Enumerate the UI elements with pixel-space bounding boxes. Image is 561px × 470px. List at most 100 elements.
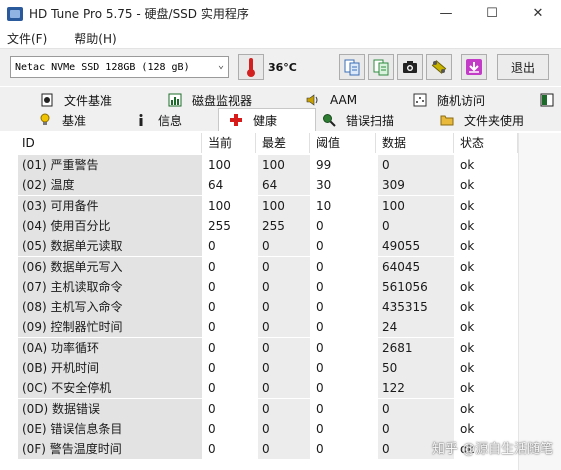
cell-current: 255 — [208, 218, 231, 233]
magnifier-icon — [322, 113, 336, 127]
cell-id: (07) 主机读取命令 — [18, 276, 202, 297]
cell-status: ok — [460, 381, 475, 396]
cell-current: 0 — [208, 340, 216, 355]
tab-health[interactable]: 健康 — [218, 108, 316, 131]
cell-worst: 0 — [258, 297, 310, 318]
cell-threshold: 0 — [316, 442, 324, 457]
close-button[interactable]: ✕ — [515, 0, 561, 27]
tab-folder-usage[interactable]: 文件夹使用 — [440, 110, 524, 130]
table-row[interactable]: (0E) 错误信息条目 0 0 0 0 ok — [18, 418, 518, 439]
cell-data: 49055 — [378, 236, 454, 257]
cell-data: 100 — [378, 195, 454, 216]
cell-worst: 255 — [258, 215, 310, 236]
temperature-value: 36°C — [268, 61, 297, 74]
cell-threshold: 0 — [316, 259, 324, 274]
cell-data: 0 — [378, 215, 454, 236]
disk-monitor-icon — [168, 93, 182, 107]
copy-screenshot-button[interactable] — [368, 54, 394, 80]
cell-worst: 0 — [258, 358, 310, 378]
column-header-data[interactable]: 数据 — [378, 133, 454, 153]
cell-status: ok — [460, 320, 475, 335]
camera-button[interactable] — [397, 54, 423, 80]
column-header-id[interactable]: ID — [18, 133, 202, 153]
tab-random-access[interactable]: 随机访问 — [413, 90, 485, 110]
smart-table: ID 当前 最差 阈值 数据 状态 (01) 严重警告 100 100 99 0 ok (0… — [18, 133, 518, 470]
cell-id: (02) 温度 — [18, 175, 202, 196]
cell-current: 100 — [208, 158, 231, 172]
exit-button[interactable]: 退出 — [497, 54, 549, 80]
info-icon — [134, 113, 148, 127]
tab-label: 基准 — [62, 113, 87, 128]
options-button[interactable] — [426, 54, 452, 80]
copy-screenshot-icon — [373, 59, 389, 76]
table-row[interactable]: (01) 严重警告 100 100 99 0 ok — [18, 155, 518, 175]
table-row[interactable]: (05) 数据单元读取 0 0 0 49055 ok — [18, 236, 518, 257]
tab-label: 随机访问 — [437, 93, 486, 108]
tab-error-scan[interactable]: 错误扫描 — [322, 110, 394, 130]
cell-status: ok — [460, 279, 475, 294]
cell-id: (06) 数据单元写入 — [18, 256, 202, 277]
cell-current: 0 — [208, 442, 216, 457]
minimize-button[interactable]: — — [423, 0, 469, 27]
table-row[interactable]: (06) 数据单元写入 0 0 0 64045 ok — [18, 256, 518, 277]
column-header-worst[interactable]: 最差 — [258, 133, 310, 153]
cell-data: 122 — [378, 378, 454, 399]
cell-data: 0 — [378, 418, 454, 439]
cell-threshold: 99 — [316, 158, 332, 172]
table-row[interactable]: (02) 温度 64 64 30 309 ok — [18, 175, 518, 196]
column-header-current[interactable]: 当前 — [204, 133, 256, 153]
cell-threshold: 0 — [316, 320, 324, 335]
table-row[interactable]: (04) 使用百分比 255 255 0 0 ok — [18, 215, 518, 236]
download-button[interactable] — [461, 54, 487, 80]
tab-label: 错误扫描 — [346, 113, 395, 128]
cell-current: 0 — [208, 421, 216, 436]
cell-status: ok — [460, 198, 475, 213]
cell-current: 0 — [208, 259, 216, 274]
cell-current: 0 — [208, 361, 216, 375]
table-row[interactable]: (09) 控制器忙时间 0 0 0 24 ok — [18, 317, 518, 338]
table-row[interactable]: (0B) 开机时间 0 0 0 50 ok — [18, 358, 518, 378]
cell-current: 0 — [208, 320, 216, 335]
cell-current: 0 — [208, 279, 216, 294]
cell-threshold: 0 — [316, 340, 324, 355]
tab-info[interactable]: 信息 — [134, 110, 182, 130]
table-row[interactable]: (0A) 功率循环 0 0 0 2681 ok — [18, 337, 518, 358]
tab-benchmark[interactable]: 基准 — [38, 110, 86, 130]
cell-worst: 0 — [258, 276, 310, 297]
menu-file[interactable]: 文件(F) — [7, 30, 47, 47]
maximize-button[interactable]: ☐ — [469, 0, 515, 27]
cell-threshold: 0 — [316, 381, 324, 396]
table-row[interactable]: (07) 主机读取命令 0 0 0 561056 ok — [18, 276, 518, 297]
temperature-button[interactable] — [238, 54, 264, 80]
cell-data: 435315 — [378, 297, 454, 318]
random-access-icon — [413, 93, 427, 107]
copy-info-button[interactable] — [339, 54, 365, 80]
window-icon — [540, 93, 554, 107]
cell-id: (0D) 数据错误 — [18, 398, 202, 419]
column-header-threshold[interactable]: 阈值 — [312, 133, 376, 153]
red-cross-icon — [229, 113, 243, 127]
tab-label: 文件基准 — [64, 93, 113, 108]
table-row[interactable]: (03) 可用备件 100 100 10 100 ok — [18, 195, 518, 216]
table-row[interactable]: (0C) 不安全停机 0 0 0 122 ok — [18, 378, 518, 399]
column-header-status[interactable]: 状态 — [456, 133, 518, 153]
table-row[interactable]: (08) 主机写入命令 0 0 0 435315 ok — [18, 297, 518, 318]
cell-threshold: 0 — [316, 361, 324, 375]
tab-label: 文件夹使用 — [464, 113, 525, 128]
download-icon — [466, 59, 482, 75]
menu-help[interactable]: 帮助(H) — [74, 30, 116, 47]
tab-file-benchmark[interactable]: 文件基准 — [40, 90, 112, 110]
cell-id: (01) 严重警告 — [18, 155, 202, 175]
tab-extra[interactable] — [540, 90, 561, 110]
table-row[interactable]: (0D) 数据错误 0 0 0 0 ok — [18, 398, 518, 419]
table-header: ID 当前 最差 阈值 数据 状态 — [18, 133, 518, 153]
cell-worst: 0 — [258, 337, 310, 358]
cell-data: 309 — [378, 175, 454, 196]
cell-worst: 100 — [258, 155, 310, 175]
tab-disk-monitor[interactable]: 磁盘监视器 — [168, 90, 252, 110]
cell-id: (0A) 功率循环 — [18, 337, 202, 358]
tab-aam[interactable]: AAM — [306, 90, 357, 110]
cell-threshold: 0 — [316, 279, 324, 294]
drive-select[interactable]: Netac NVMe SSD 128GB (128 gB) ⌄ — [10, 56, 229, 78]
cell-worst: 0 — [258, 378, 310, 399]
